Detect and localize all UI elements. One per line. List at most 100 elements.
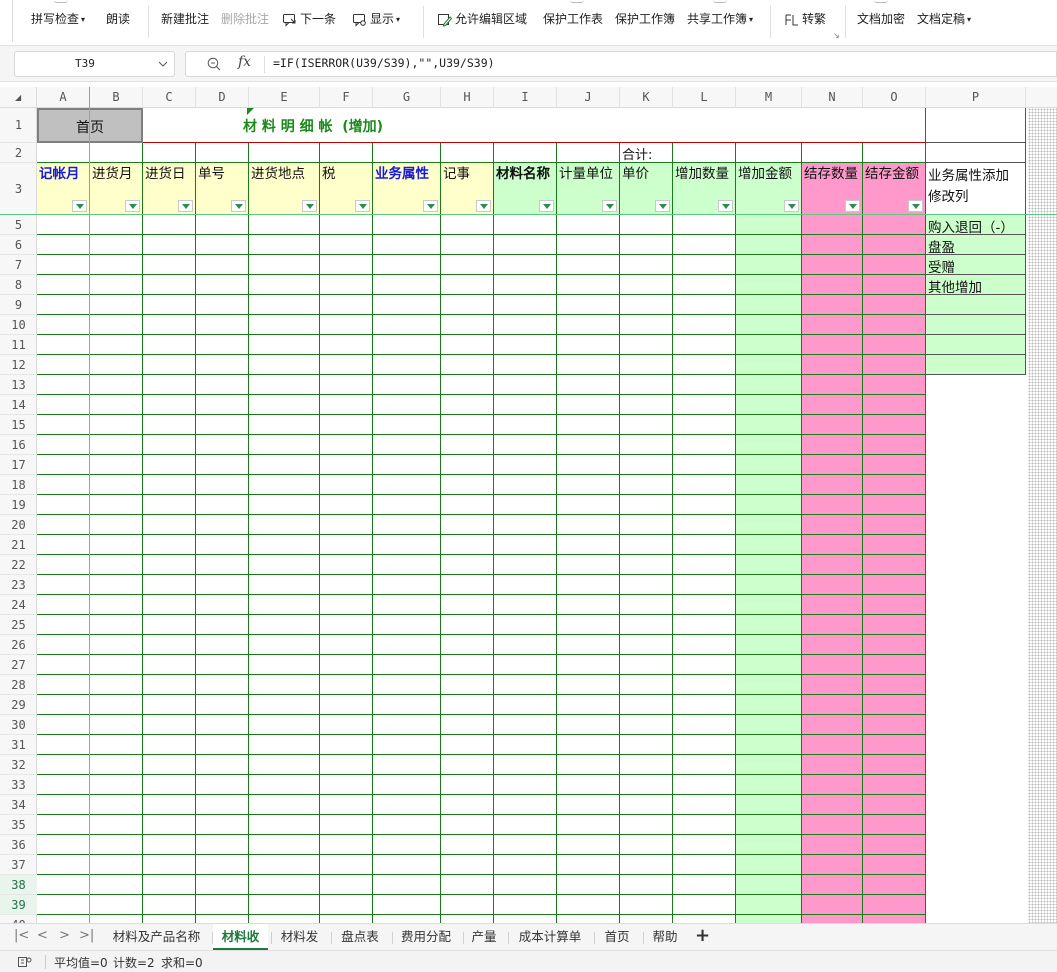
data-cell[interactable] [620,535,673,555]
data-cell[interactable] [320,235,373,255]
data-cell[interactable] [673,715,736,735]
data-cell[interactable] [557,635,620,655]
data-cell[interactable] [620,515,673,535]
prev-sheet-icon[interactable]: < [37,928,48,943]
data-cell[interactable] [37,435,90,455]
data-cell[interactable] [373,355,441,375]
data-cell[interactable] [863,675,926,695]
data-cell[interactable] [673,695,736,715]
data-cell[interactable] [863,475,926,495]
data-cell[interactable] [557,395,620,415]
data-cell[interactable] [494,415,557,435]
data-cell[interactable] [143,295,196,315]
header-p[interactable]: 业务属性添加修改列 [926,163,1026,215]
data-cell[interactable] [557,295,620,315]
data-cell[interactable] [494,395,557,415]
encrypt-document-button[interactable]: 文档加密 [857,9,905,29]
data-cell[interactable] [249,495,320,515]
filter-dropdown-icon[interactable] [845,200,860,212]
data-cell[interactable] [196,315,249,335]
data-cell[interactable] [143,555,196,575]
row-header-40[interactable]: 40 [0,915,37,924]
data-cell[interactable] [196,735,249,755]
data-cell[interactable] [249,395,320,415]
header-h[interactable]: 记事 [441,163,494,215]
data-cell[interactable] [863,215,926,235]
column-header-p[interactable]: P [926,87,1026,108]
data-cell[interactable] [441,835,494,855]
data-cell[interactable] [736,315,802,335]
data-cell[interactable] [863,495,926,515]
data-cell[interactable] [802,595,863,615]
p-list-cell[interactable]: 购入退回（-） [926,215,1026,235]
data-cell[interactable] [441,895,494,915]
row-header-5[interactable]: 5 [0,215,37,235]
data-cell[interactable] [802,855,863,875]
data-cell[interactable] [557,375,620,395]
column-header-i[interactable]: I [494,87,557,108]
data-cell[interactable] [37,695,90,715]
data-cell[interactable] [494,475,557,495]
data-cell[interactable] [441,255,494,275]
data-cell[interactable] [673,255,736,275]
data-cell[interactable] [494,535,557,555]
data-cell[interactable] [196,795,249,815]
column-header-c[interactable]: C [143,87,196,108]
data-cell[interactable] [620,455,673,475]
data-cell[interactable] [196,375,249,395]
data-cell[interactable] [196,835,249,855]
column-header-n[interactable]: N [802,87,863,108]
data-cell[interactable] [802,435,863,455]
cell-g2[interactable] [373,143,441,163]
data-cell[interactable] [373,655,441,675]
data-cell[interactable] [557,275,620,295]
cell-a2[interactable] [37,143,90,163]
data-cell[interactable] [90,355,143,375]
data-cell[interactable] [143,255,196,275]
data-cell[interactable] [249,535,320,555]
data-cell[interactable] [620,695,673,715]
data-cell[interactable] [863,315,926,335]
data-cell[interactable] [143,415,196,435]
data-cell[interactable] [249,635,320,655]
header-b[interactable]: 进货月 [90,163,143,215]
row-header-16[interactable]: 16 [0,435,37,455]
row-header-23[interactable]: 23 [0,575,37,595]
data-cell[interactable] [863,735,926,755]
cell-j2[interactable] [557,143,620,163]
data-cell[interactable] [37,615,90,635]
filter-dropdown-icon[interactable] [355,200,370,212]
data-cell[interactable] [441,615,494,635]
data-cell[interactable] [736,215,802,235]
data-cell[interactable] [143,835,196,855]
data-cell[interactable] [90,775,143,795]
sheet-tab[interactable]: 盘点表 [332,924,388,950]
data-cell[interactable] [90,575,143,595]
allow-edit-ranges-button[interactable]: 允许编辑区域 [437,9,527,29]
data-cell[interactable] [143,275,196,295]
data-cell[interactable] [37,255,90,275]
name-box[interactable]: T39 [14,51,175,77]
cell-k2[interactable]: 合计: [620,143,673,163]
data-cell[interactable] [441,795,494,815]
data-cell[interactable] [673,235,736,255]
data-cell[interactable] [320,275,373,295]
data-cell[interactable] [249,235,320,255]
data-cell[interactable] [736,655,802,675]
data-cell[interactable] [90,675,143,695]
data-cell[interactable] [249,875,320,895]
data-cell[interactable] [863,835,926,855]
row-header-38[interactable]: 38 [0,875,37,895]
data-cell[interactable] [196,675,249,695]
header-i[interactable]: 材料名称 [494,163,557,215]
data-cell[interactable] [320,375,373,395]
next-comment-button[interactable]: 下一条 [282,9,336,29]
data-cell[interactable] [196,915,249,923]
data-cell[interactable] [863,915,926,923]
data-cell[interactable] [736,475,802,495]
data-cell[interactable] [673,675,736,695]
data-cell[interactable] [249,615,320,635]
data-cell[interactable] [557,455,620,475]
data-cell[interactable] [441,235,494,255]
data-cell[interactable] [373,835,441,855]
